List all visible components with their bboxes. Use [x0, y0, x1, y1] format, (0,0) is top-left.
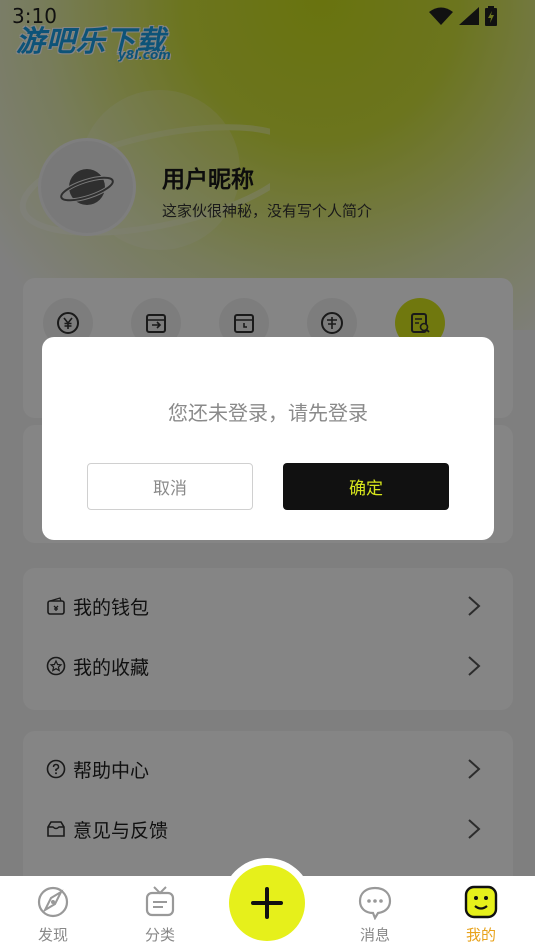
- tab-mine-label: 我的: [465, 926, 496, 944]
- tab-mine[interactable]: 我的: [446, 876, 516, 951]
- create-post-button[interactable]: [229, 865, 305, 941]
- tab-messages[interactable]: 消息: [340, 876, 410, 951]
- tab-category[interactable]: 分类: [125, 876, 195, 951]
- smiley-square-icon: [464, 885, 498, 919]
- compass-icon: [37, 886, 69, 918]
- login-dialog: 您还未登录，请先登录 取消 确定: [42, 337, 494, 540]
- tab-messages-label: 消息: [359, 926, 390, 944]
- dialog-message: 您还未登录，请先登录: [168, 401, 368, 425]
- tab-category-label: 分类: [144, 926, 175, 944]
- plus-icon: [251, 887, 283, 919]
- confirm-button[interactable]: 确定: [283, 463, 449, 510]
- chat-bubble-icon: [358, 886, 392, 920]
- tab-discover[interactable]: 发现: [18, 876, 88, 951]
- tab-discover-label: 发现: [37, 926, 68, 944]
- profile-page: 3:10 游吧乐下载 y8l.com 用户昵称 这家伙很神秘，没有写个人简介 我…: [0, 0, 535, 951]
- tv-icon: [145, 886, 175, 917]
- cancel-button[interactable]: 取消: [87, 463, 253, 510]
